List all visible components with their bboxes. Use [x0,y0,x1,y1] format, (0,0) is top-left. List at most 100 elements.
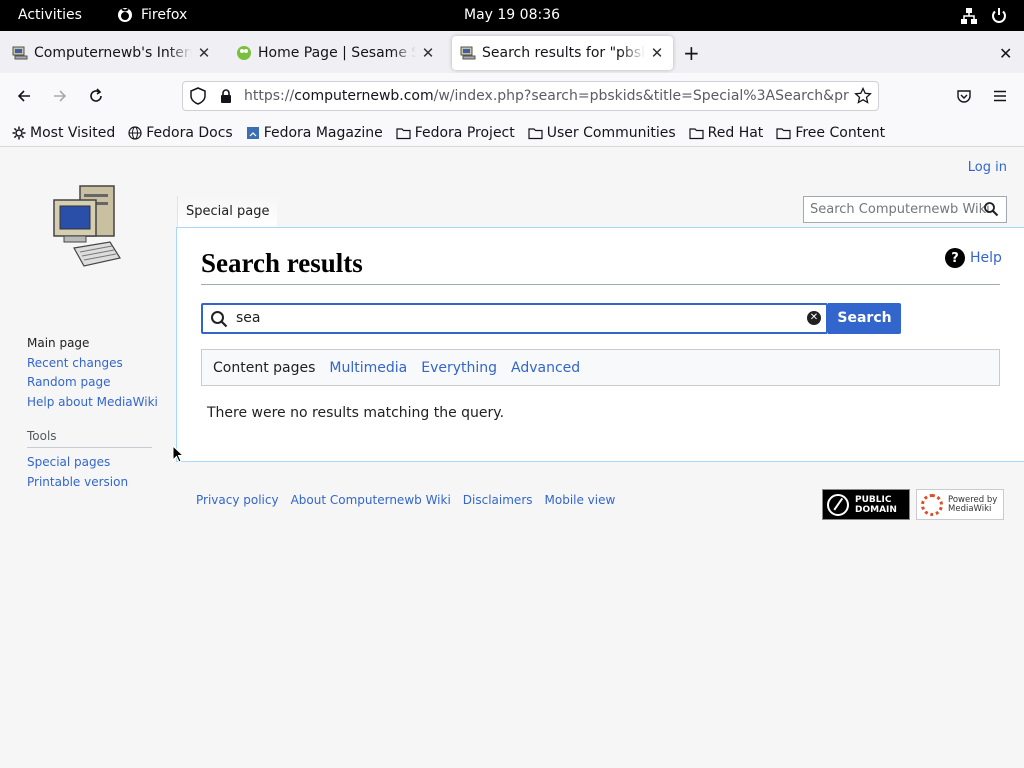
clock[interactable]: May 19 08:36 [464,7,560,23]
mouse-cursor-icon [172,445,184,463]
powered-by-mediawiki-badge[interactable]: Powered by MediaWiki [916,489,1004,520]
footer-links: Privacy policy About Computernewb Wiki D… [196,493,627,507]
bookmarks-toolbar: Most Visited Fedora Docs Fedora Magazine… [0,119,1024,147]
app-name: Firefox [141,7,188,23]
footer-privacy-policy[interactable]: Privacy policy [196,493,279,507]
clear-search-icon[interactable]: ✕ [807,311,821,325]
bookmark-user-communities[interactable]: User Communities [528,125,676,141]
firefox-icon [118,8,132,22]
sidebar-item-main-page[interactable]: Main page [27,334,158,354]
url-scheme: https:// [244,88,295,104]
tab-title: Search results for "pbskids" [482,45,645,61]
filter-multimedia[interactable]: Multimedia [329,360,407,376]
back-button[interactable] [13,85,35,107]
lock-icon[interactable] [218,88,234,104]
bookmark-label: Red Hat [707,124,764,141]
close-window-icon[interactable]: ✕ [999,44,1012,63]
bookmark-red-hat[interactable]: Red Hat [689,124,764,141]
public-domain-text: PUBLIC DOMAIN [855,495,897,515]
bookmark-fedora-magazine[interactable]: Fedora Magazine [246,125,383,141]
filter-content-pages[interactable]: Content pages [213,360,315,376]
app-menu[interactable]: Firefox [117,7,187,23]
url-text[interactable]: https://computernewb.com/w/index.php?sea… [244,88,849,104]
mediawiki-badge-text: Powered by MediaWiki [948,495,997,514]
mediawiki-icon [921,493,943,516]
help-link[interactable]: ? Help [945,248,1002,268]
menu-button[interactable] [989,85,1011,107]
folder-icon [528,127,543,139]
tab-strip: Computernewb's Internet ✕ Home Page | Se… [0,31,1024,73]
bookmark-fedora-project[interactable]: Fedora Project [396,125,515,141]
tools-list: Special pages Printable version [27,453,128,492]
search-filter-bar: Content pages Multimedia Everything Adva… [201,349,1000,386]
globe-icon [128,125,142,140]
search-query-input[interactable]: sea ✕ [201,303,828,334]
search-icon [211,311,228,328]
bookmark-label: Fedora Project [414,124,515,141]
tab-close-icon[interactable]: ✕ [649,44,665,62]
web-page: Log in Main page Recent changes Random p… [0,148,1024,768]
bookmark-label: Most Visited [30,124,116,141]
sidebar-item-help-mediawiki[interactable]: Help about MediaWiki [27,393,158,413]
tab-search-results[interactable]: Search results for "pbskids" ✕ [452,36,673,70]
wiki-logo-computer-icon[interactable] [50,184,122,270]
bookmark-label: Fedora Docs [146,124,233,141]
folder-icon [689,127,704,139]
bookmark-most-visited[interactable]: Most Visited [12,125,115,141]
reload-icon [90,88,102,102]
filter-everything[interactable]: Everything [421,360,497,376]
tab-sesame-street[interactable]: Home Page | Sesame Street ✕ [228,36,444,70]
heading-divider [201,284,1000,285]
sidebar-item-printable-version[interactable]: Printable version [27,473,128,493]
bookmark-star-icon[interactable] [854,87,872,105]
network-icon[interactable] [960,7,978,25]
url-host: computernewb.com [294,88,434,104]
footer-mobile-view[interactable]: Mobile view [545,493,616,507]
page-title: Search results [201,248,363,278]
sidebar-navigation: Main page Recent changes Random page Hel… [27,334,158,412]
reload-button[interactable] [85,85,107,107]
folder-icon [776,127,791,139]
sidebar-item-random-page[interactable]: Random page [27,373,158,393]
forward-button[interactable] [49,85,71,107]
bookmark-label: Fedora Magazine [263,124,383,141]
forward-arrow-icon [54,90,67,102]
public-domain-badge[interactable]: PUBLIC DOMAIN [822,489,910,520]
tab-computernewb-internet[interactable]: Computernewb's Internet ✕ [4,36,220,70]
new-tab-button[interactable]: + [683,43,700,63]
sidebar-item-recent-changes[interactable]: Recent changes [27,354,158,374]
navigation-toolbar: https://computernewb.com/w/index.php?sea… [0,73,1024,119]
activities-button[interactable]: Activities [18,7,82,23]
filter-advanced[interactable]: Advanced [511,360,580,376]
search-icon[interactable] [983,201,999,217]
tab-title: Computernewb's Internet [34,45,192,61]
power-icon[interactable] [990,7,1008,25]
badge-text-line: PUBLIC [855,494,892,505]
fm-icon [246,126,259,139]
tab-close-icon[interactable]: ✕ [196,44,212,62]
folder-icon [396,127,411,139]
tools-heading: Tools [27,429,57,443]
computer-favicon [460,46,476,60]
sidebar-item-special-pages[interactable]: Special pages [27,453,128,473]
pocket-icon [957,90,971,103]
tab-close-icon[interactable]: ✕ [420,44,436,62]
public-domain-icon [827,493,849,516]
tracking-protection-icon[interactable] [189,87,207,105]
help-icon: ? [945,248,965,268]
footer-disclaimers[interactable]: Disclaimers [463,493,533,507]
footer-about[interactable]: About Computernewb Wiki [291,493,451,507]
help-label: Help [970,250,1002,266]
sesame-favicon [237,46,251,60]
gear-icon [12,126,26,139]
tab-title: Home Page | Sesame Street [258,45,416,61]
tab-special-page[interactable]: Special page [177,196,278,228]
bookmark-fedora-docs[interactable]: Fedora Docs [128,124,233,141]
bookmark-free-content[interactable]: Free Content [776,125,885,141]
no-results-message: There were no results matching the query… [207,405,505,421]
login-link[interactable]: Log in [968,160,1007,175]
wiki-search-input[interactable]: Search Computernewb Wiki [803,196,1007,223]
pocket-button[interactable] [953,85,975,107]
url-bar[interactable]: https://computernewb.com/w/index.php?sea… [182,81,879,111]
search-button[interactable]: Search [828,303,901,334]
